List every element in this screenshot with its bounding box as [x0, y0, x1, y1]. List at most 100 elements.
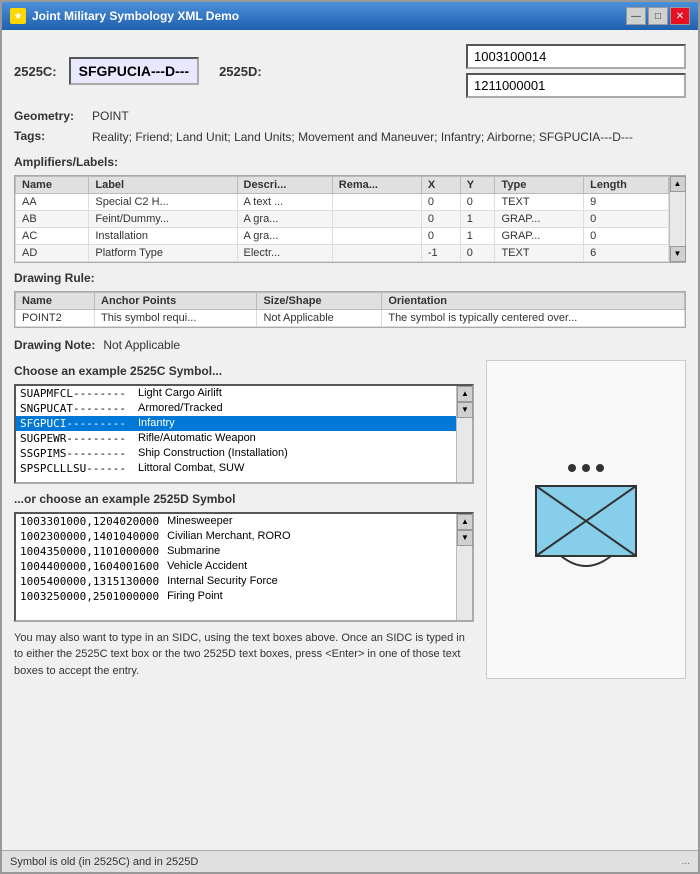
list-item[interactable]: 1003250000,2501000000Firing Point: [16, 589, 456, 604]
cell-rema: [332, 244, 421, 261]
list-item[interactable]: SUGPEWR---------Rifle/Automatic Weapon: [16, 431, 456, 446]
choose-2525c-label: Choose an example 2525C Symbol...: [14, 364, 474, 378]
symbol-list-2525c: SUAPMFCL--------Light Cargo AirliftSNGPU…: [14, 384, 474, 484]
col-x: X: [421, 176, 460, 193]
list2-item-desc: Civilian Merchant, RORO: [167, 530, 452, 543]
title-bar-left: ★ Joint Military Symbology XML Demo: [10, 8, 239, 24]
amplifiers-table-scroll[interactable]: Name Label Descri... Rema... X Y Type Le…: [15, 176, 669, 262]
cell-y: 1: [460, 210, 495, 227]
list-item-code: SPSPCLLLSU------: [20, 462, 130, 475]
dot1: [568, 464, 576, 472]
scroll-down-arrow[interactable]: ▼: [670, 246, 686, 262]
list-item-desc: Armored/Tracked: [138, 402, 452, 415]
symbol-list-2525c-scrollbar[interactable]: ▲ ▼: [456, 386, 472, 482]
list-item[interactable]: 1003301000,1204020000Minesweeper: [16, 514, 456, 529]
status-text: Symbol is old (in 2525C) and in 2525D: [10, 856, 198, 868]
minimize-button[interactable]: —: [626, 7, 646, 25]
cell-name: AB: [16, 210, 89, 227]
app-icon: ★: [10, 8, 26, 24]
symbol-list-2525d-scrollbar[interactable]: ▲ ▼: [456, 514, 472, 620]
drawing-note-row: Drawing Note: Not Applicable: [14, 336, 686, 354]
col-descri: Descri...: [237, 176, 332, 193]
geometry-label: Geometry:: [14, 109, 84, 123]
table-row[interactable]: AB Feint/Dummy... A gra... 0 1 GRAP... 0: [16, 210, 669, 227]
list-item[interactable]: 1005400000,1315130000Internal Security F…: [16, 574, 456, 589]
cell-x: 0: [421, 227, 460, 244]
cell-length: 9: [584, 193, 669, 210]
list-item-code: SUAPMFCL--------: [20, 387, 130, 400]
cell-name: AC: [16, 227, 89, 244]
dr-cell-size: Not Applicable: [257, 309, 382, 326]
amplifiers-scrollbar[interactable]: ▲ ▼: [669, 176, 685, 262]
symbol-display-area: [486, 360, 686, 680]
list2-item-code: 1004350000,1101000000: [20, 545, 159, 558]
cell-name: AA: [16, 193, 89, 210]
cell-rema: [332, 193, 421, 210]
status-right: ...: [682, 856, 690, 867]
list-item[interactable]: 1004400000,1604001600 Vehicle Accident: [16, 559, 456, 574]
cell-y: 1: [460, 227, 495, 244]
cell-x: 0: [421, 193, 460, 210]
scroll-up-arrow[interactable]: ▲: [670, 176, 686, 192]
list2-item-code: 1003250000,2501000000: [20, 590, 159, 603]
list-scroll-up[interactable]: ▲: [457, 386, 473, 402]
title-bar: ★ Joint Military Symbology XML Demo — □ …: [2, 2, 698, 30]
list-item[interactable]: SNGPUCAT--------Armored/Tracked: [16, 401, 456, 416]
list-item-code: SUGPEWR---------: [20, 432, 130, 445]
symbol-list-2525c-inner[interactable]: SUAPMFCL--------Light Cargo AirliftSNGPU…: [16, 386, 456, 482]
list-scroll-down[interactable]: ▼: [457, 402, 473, 418]
list-item[interactable]: SFGPUCI---------Infantry: [16, 416, 456, 431]
col-length: Length: [584, 176, 669, 193]
main-window: ★ Joint Military Symbology XML Demo — □ …: [0, 0, 700, 874]
drawing-note-label: Drawing Note:: [14, 338, 95, 352]
amplifiers-table-container: Name Label Descri... Rema... X Y Type Le…: [14, 175, 686, 263]
drawing-note-value: Not Applicable: [103, 338, 180, 352]
symbol-list-2525d-inner[interactable]: 1003301000,1204020000Minesweeper10023000…: [16, 514, 456, 620]
tags-label: Tags:: [14, 129, 84, 143]
status-bar: Symbol is old (in 2525C) and in 2525D ..…: [2, 850, 698, 872]
list-item-code: SSGPIMS---------: [20, 447, 130, 460]
list2-item-code: 1004400000,1604001600: [20, 560, 159, 573]
close-button[interactable]: ✕: [670, 7, 690, 25]
list2-item-desc: Internal Security Force: [167, 575, 452, 588]
dr-col-size: Size/Shape: [257, 292, 382, 309]
list-item[interactable]: 1004350000,1101000000Submarine: [16, 544, 456, 559]
symbol-dots: [568, 464, 604, 472]
cell-y: 0: [460, 244, 495, 261]
cell-type: TEXT: [495, 244, 584, 261]
cell-length: 6: [584, 244, 669, 261]
cell-type: GRAP...: [495, 227, 584, 244]
content-area: 2525C: SFGPUCIA---D--- 2525D: Geometry: …: [2, 30, 698, 850]
amplifiers-table: Name Label Descri... Rema... X Y Type Le…: [15, 176, 669, 262]
table-row[interactable]: AD Platform Type Electr... -1 0 TEXT 6: [16, 244, 669, 261]
cell-desc: A gra...: [237, 210, 332, 227]
sidc2525d-input1[interactable]: [466, 44, 686, 69]
list2-item-desc: Vehicle Accident: [167, 560, 452, 573]
sidc2525d-input2[interactable]: [466, 73, 686, 98]
title-buttons: — □ ✕: [626, 7, 690, 25]
cell-desc: Electr...: [237, 244, 332, 261]
col-rema: Rema...: [332, 176, 421, 193]
col-name: Name: [16, 176, 89, 193]
list-item[interactable]: 1002300000,1401040000Civilian Merchant, …: [16, 529, 456, 544]
sidc2525d-label: 2525D:: [219, 64, 262, 79]
drawing-rule-label: Drawing Rule:: [14, 271, 686, 285]
list-item[interactable]: SSGPIMS---------Ship Construction (Insta…: [16, 446, 456, 461]
list-item[interactable]: SUAPMFCL--------Light Cargo Airlift: [16, 386, 456, 401]
list2-scroll-down[interactable]: ▼: [457, 530, 473, 546]
window-title: Joint Military Symbology XML Demo: [32, 9, 239, 23]
col-label: Label: [89, 176, 237, 193]
geometry-value: POINT: [92, 109, 129, 123]
table-row[interactable]: POINT2 This symbol requi... Not Applicab…: [16, 309, 685, 326]
maximize-button[interactable]: □: [648, 7, 668, 25]
table-row[interactable]: AC Installation A gra... 0 1 GRAP... 0: [16, 227, 669, 244]
cell-type: GRAP...: [495, 210, 584, 227]
tags-value: Reality; Friend; Land Unit; Land Units; …: [92, 129, 633, 146]
table-row[interactable]: AA Special C2 H... A text ... 0 0 TEXT 9: [16, 193, 669, 210]
list-item[interactable]: SPSPCLLLSU------Littoral Combat, SUW: [16, 461, 456, 476]
dot2: [582, 464, 590, 472]
sidc2525c-label: 2525C:: [14, 64, 57, 79]
cell-label: Special C2 H...: [89, 193, 237, 210]
cell-length: 0: [584, 210, 669, 227]
list2-scroll-up[interactable]: ▲: [457, 514, 473, 530]
